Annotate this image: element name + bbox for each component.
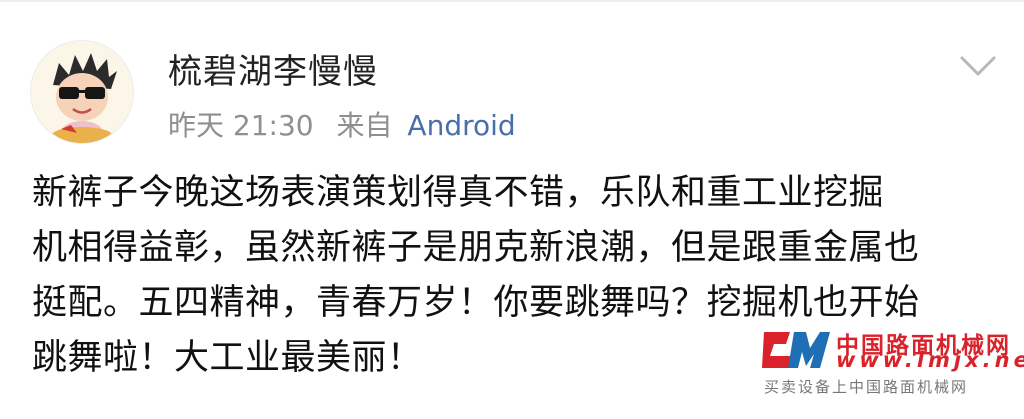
chevron-down-icon [960,56,996,76]
post-time: 昨天 21:30 [168,109,314,142]
post-meta: 昨天 21:30 来自 Android [168,104,516,144]
post-text-line: 新裤子今晚这场表演策划得真不错，乐队和重工业挖掘 [32,173,885,213]
watermark-url: www.lmjx.net [836,348,1024,372]
watermark-logo-icon [762,332,830,368]
more-options-button[interactable] [958,52,998,80]
watermark: 中国路面机械网 www.lmjx.net 买卖设备上中国路面机械网 [760,322,1024,414]
top-divider [0,0,1024,2]
user-avatar[interactable] [30,40,134,144]
post-text-line: 机相得益彰，虽然新裤子是朋克新浪潮，但是跟重金属也 [32,228,920,268]
cartoon-avatar-icon [52,53,117,143]
source-label: 来自 [336,109,393,142]
source-link[interactable]: Android [407,109,515,142]
watermark-slogan: 买卖设备上中国路面机械网 [764,378,969,396]
username[interactable]: 梳碧湖李慢慢 [168,44,378,93]
